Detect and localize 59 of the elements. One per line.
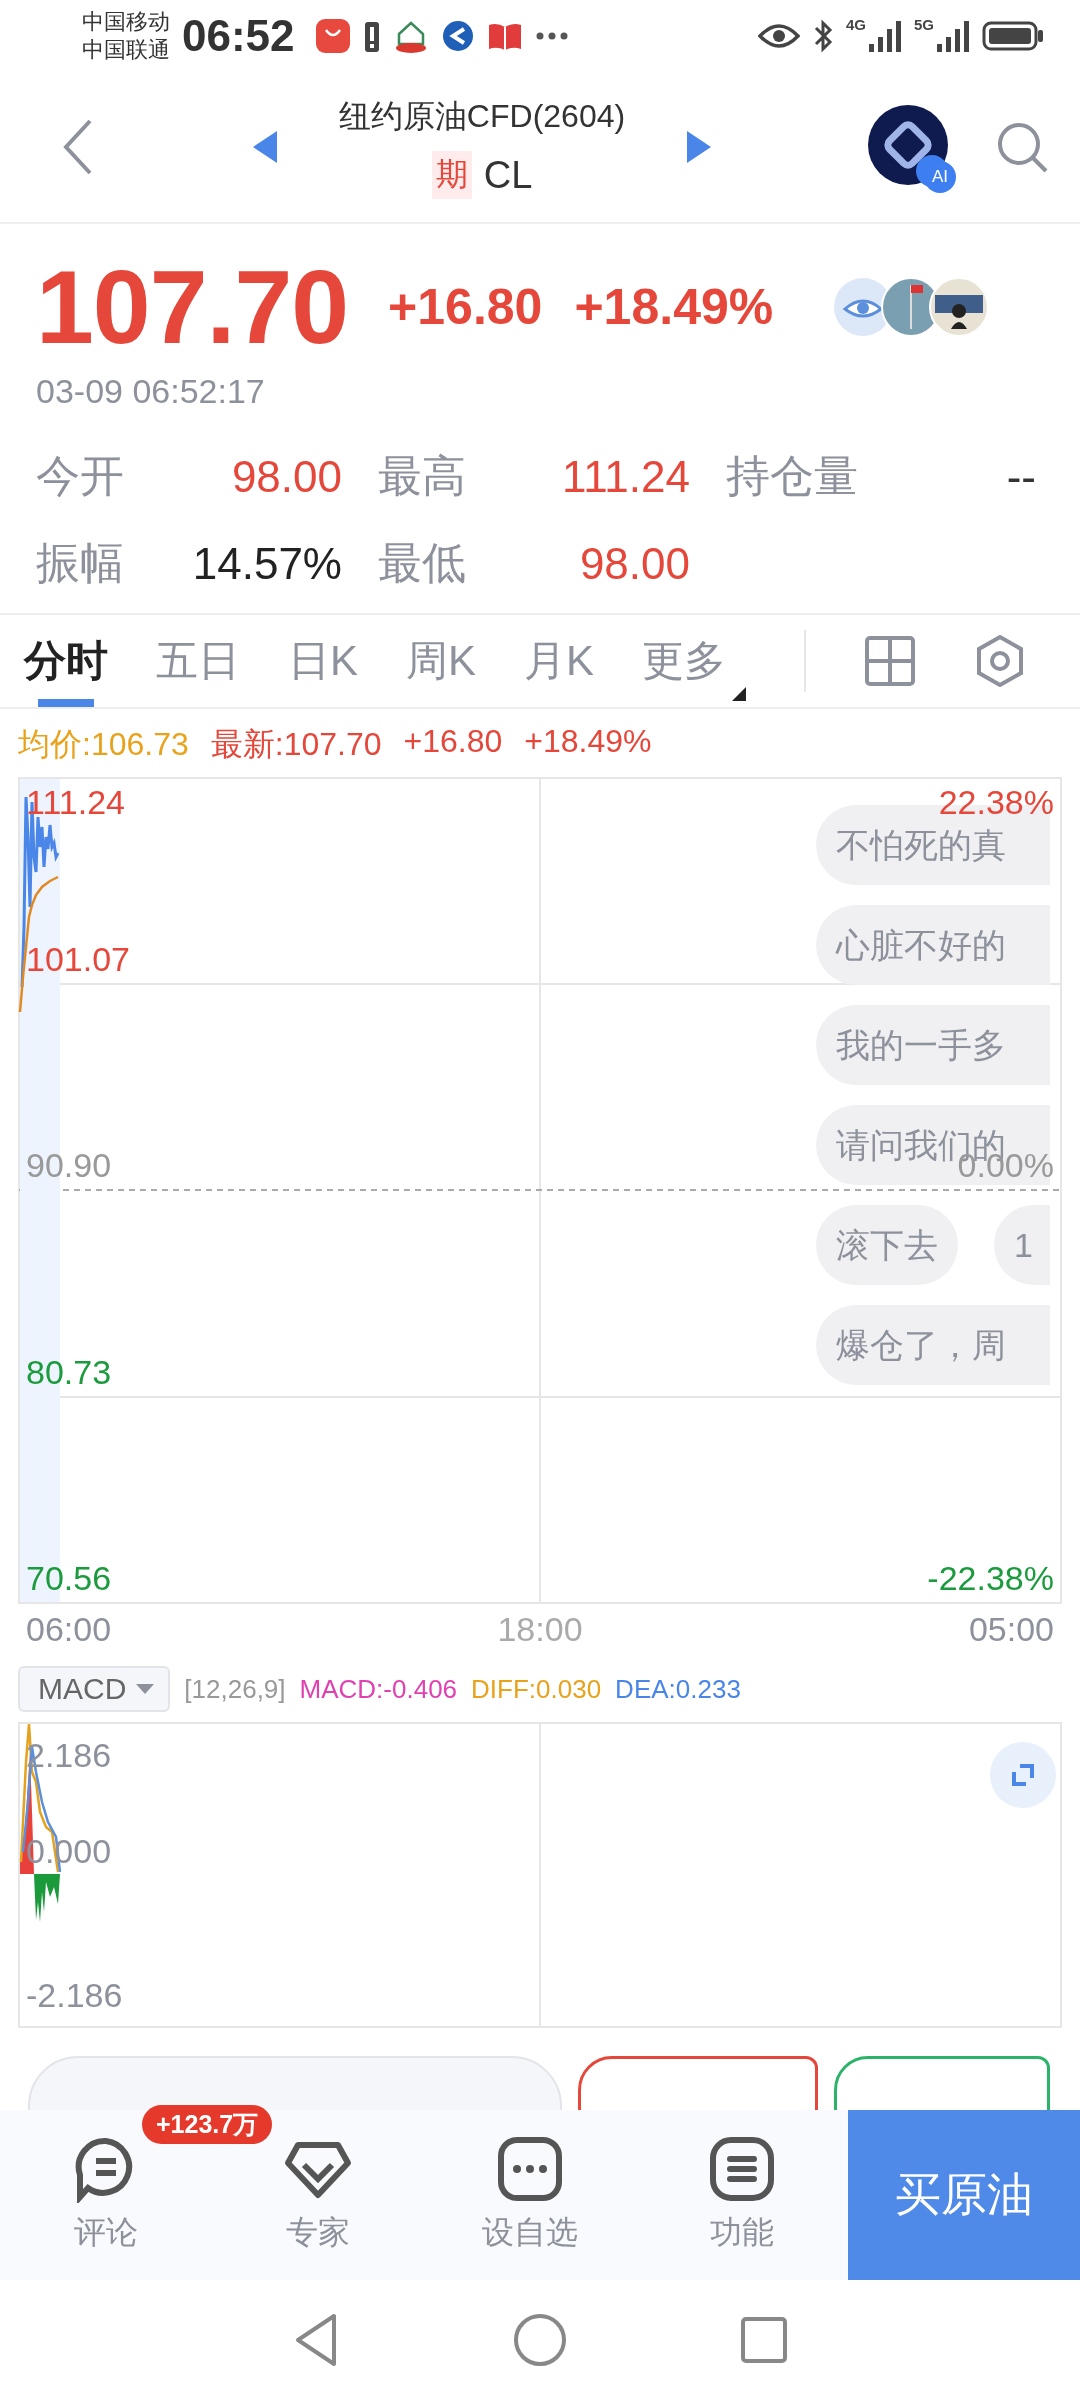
comment-bubble: 心脏不好的 <box>816 905 1050 985</box>
stat-value: 14.57% <box>192 538 342 589</box>
nav-label[interactable]: 功能 <box>710 2211 774 2255</box>
assistant-badge[interactable]: AI <box>924 161 956 193</box>
status-time: 06:52 <box>182 11 295 61</box>
nav-label[interactable]: 评论 <box>74 2211 138 2255</box>
price-axis-label: 111.24 <box>26 783 125 821</box>
comment-bubble: 1 <box>994 1205 1050 1285</box>
chart-tab[interactable]: 日K <box>288 615 358 707</box>
indicator-axis-label: -2.186 <box>26 1976 123 2014</box>
legend-value: +18.49% <box>524 723 652 761</box>
stat-value: -- <box>1006 451 1036 502</box>
chart-tab[interactable]: 分时 <box>24 615 108 707</box>
stat-value: 111.24 <box>561 451 690 502</box>
nav-label[interactable]: 设自选 <box>482 2211 578 2255</box>
time-axis-label: 05:00 <box>968 1610 1054 1650</box>
chart-tab[interactable]: 五日 <box>156 615 240 707</box>
count-badge: +123.7万 <box>142 2105 273 2144</box>
legend-value: 最新:107.70 <box>210 725 382 764</box>
legend-value: +16.80 <box>403 723 503 761</box>
network-type: 4G <box>845 16 866 33</box>
price-axis-label: 90.90 <box>26 1146 112 1184</box>
stat-label: 最高 <box>378 450 466 502</box>
stat-value: 98.00 <box>231 451 342 502</box>
time-axis-label: 06:00 <box>26 1610 112 1650</box>
stat-label: 持仓量 <box>726 450 858 502</box>
indicator-params: [12,26,9] <box>184 1673 286 1705</box>
comment-bubble: 滚下去 <box>816 1205 958 1285</box>
quote-time: 03-09 06:52:17 <box>36 372 266 411</box>
carrier-name: 中国联通 <box>82 36 170 64</box>
legend-value: 均价:106.73 <box>18 725 189 764</box>
price-change: +16.80 <box>388 278 543 336</box>
price-axis-label: 70.56 <box>26 1559 112 1597</box>
price-axis-label: 80.73 <box>26 1353 112 1391</box>
carrier-name: 中国移动 <box>82 8 170 36</box>
time-axis-label: 18:00 <box>497 1610 583 1650</box>
nav-label[interactable]: 专家 <box>286 2211 350 2255</box>
stat-label: 今开 <box>36 450 124 502</box>
stat-value: 98.00 <box>579 538 690 589</box>
comment-bubble: 爆仓了，周 <box>816 1305 1050 1385</box>
stat-label: 振幅 <box>36 537 124 589</box>
buy-button[interactable]: 买原油 <box>848 2110 1080 2280</box>
price-axis-label: 101.07 <box>26 940 130 978</box>
instrument-code: CL <box>483 153 533 197</box>
last-price: 107.70 <box>36 247 349 367</box>
comment-bubble: 我的一手多 <box>816 1005 1050 1085</box>
stat-label: 最低 <box>378 537 466 589</box>
percent-change: +18.49% <box>574 278 774 336</box>
network-type: 5G <box>914 16 934 33</box>
indicator-value: DEA:0.233 <box>615 1673 741 1705</box>
indicator-value: DIFF:0.030 <box>471 1673 602 1705</box>
chart-tab[interactable]: 月K <box>524 615 595 707</box>
chart-tab[interactable]: 更多 <box>642 615 747 707</box>
percent-axis-label: -22.38% <box>927 1559 1054 1597</box>
chart-tab[interactable]: 周K <box>406 615 477 707</box>
indicator-value: MACD:-0.406 <box>299 1673 458 1705</box>
indicator-dropdown[interactable]: MACD <box>18 1666 171 1712</box>
futures-badge: 期 <box>431 151 472 199</box>
instrument-title: 纽约原油CFD(2604) <box>338 97 626 136</box>
